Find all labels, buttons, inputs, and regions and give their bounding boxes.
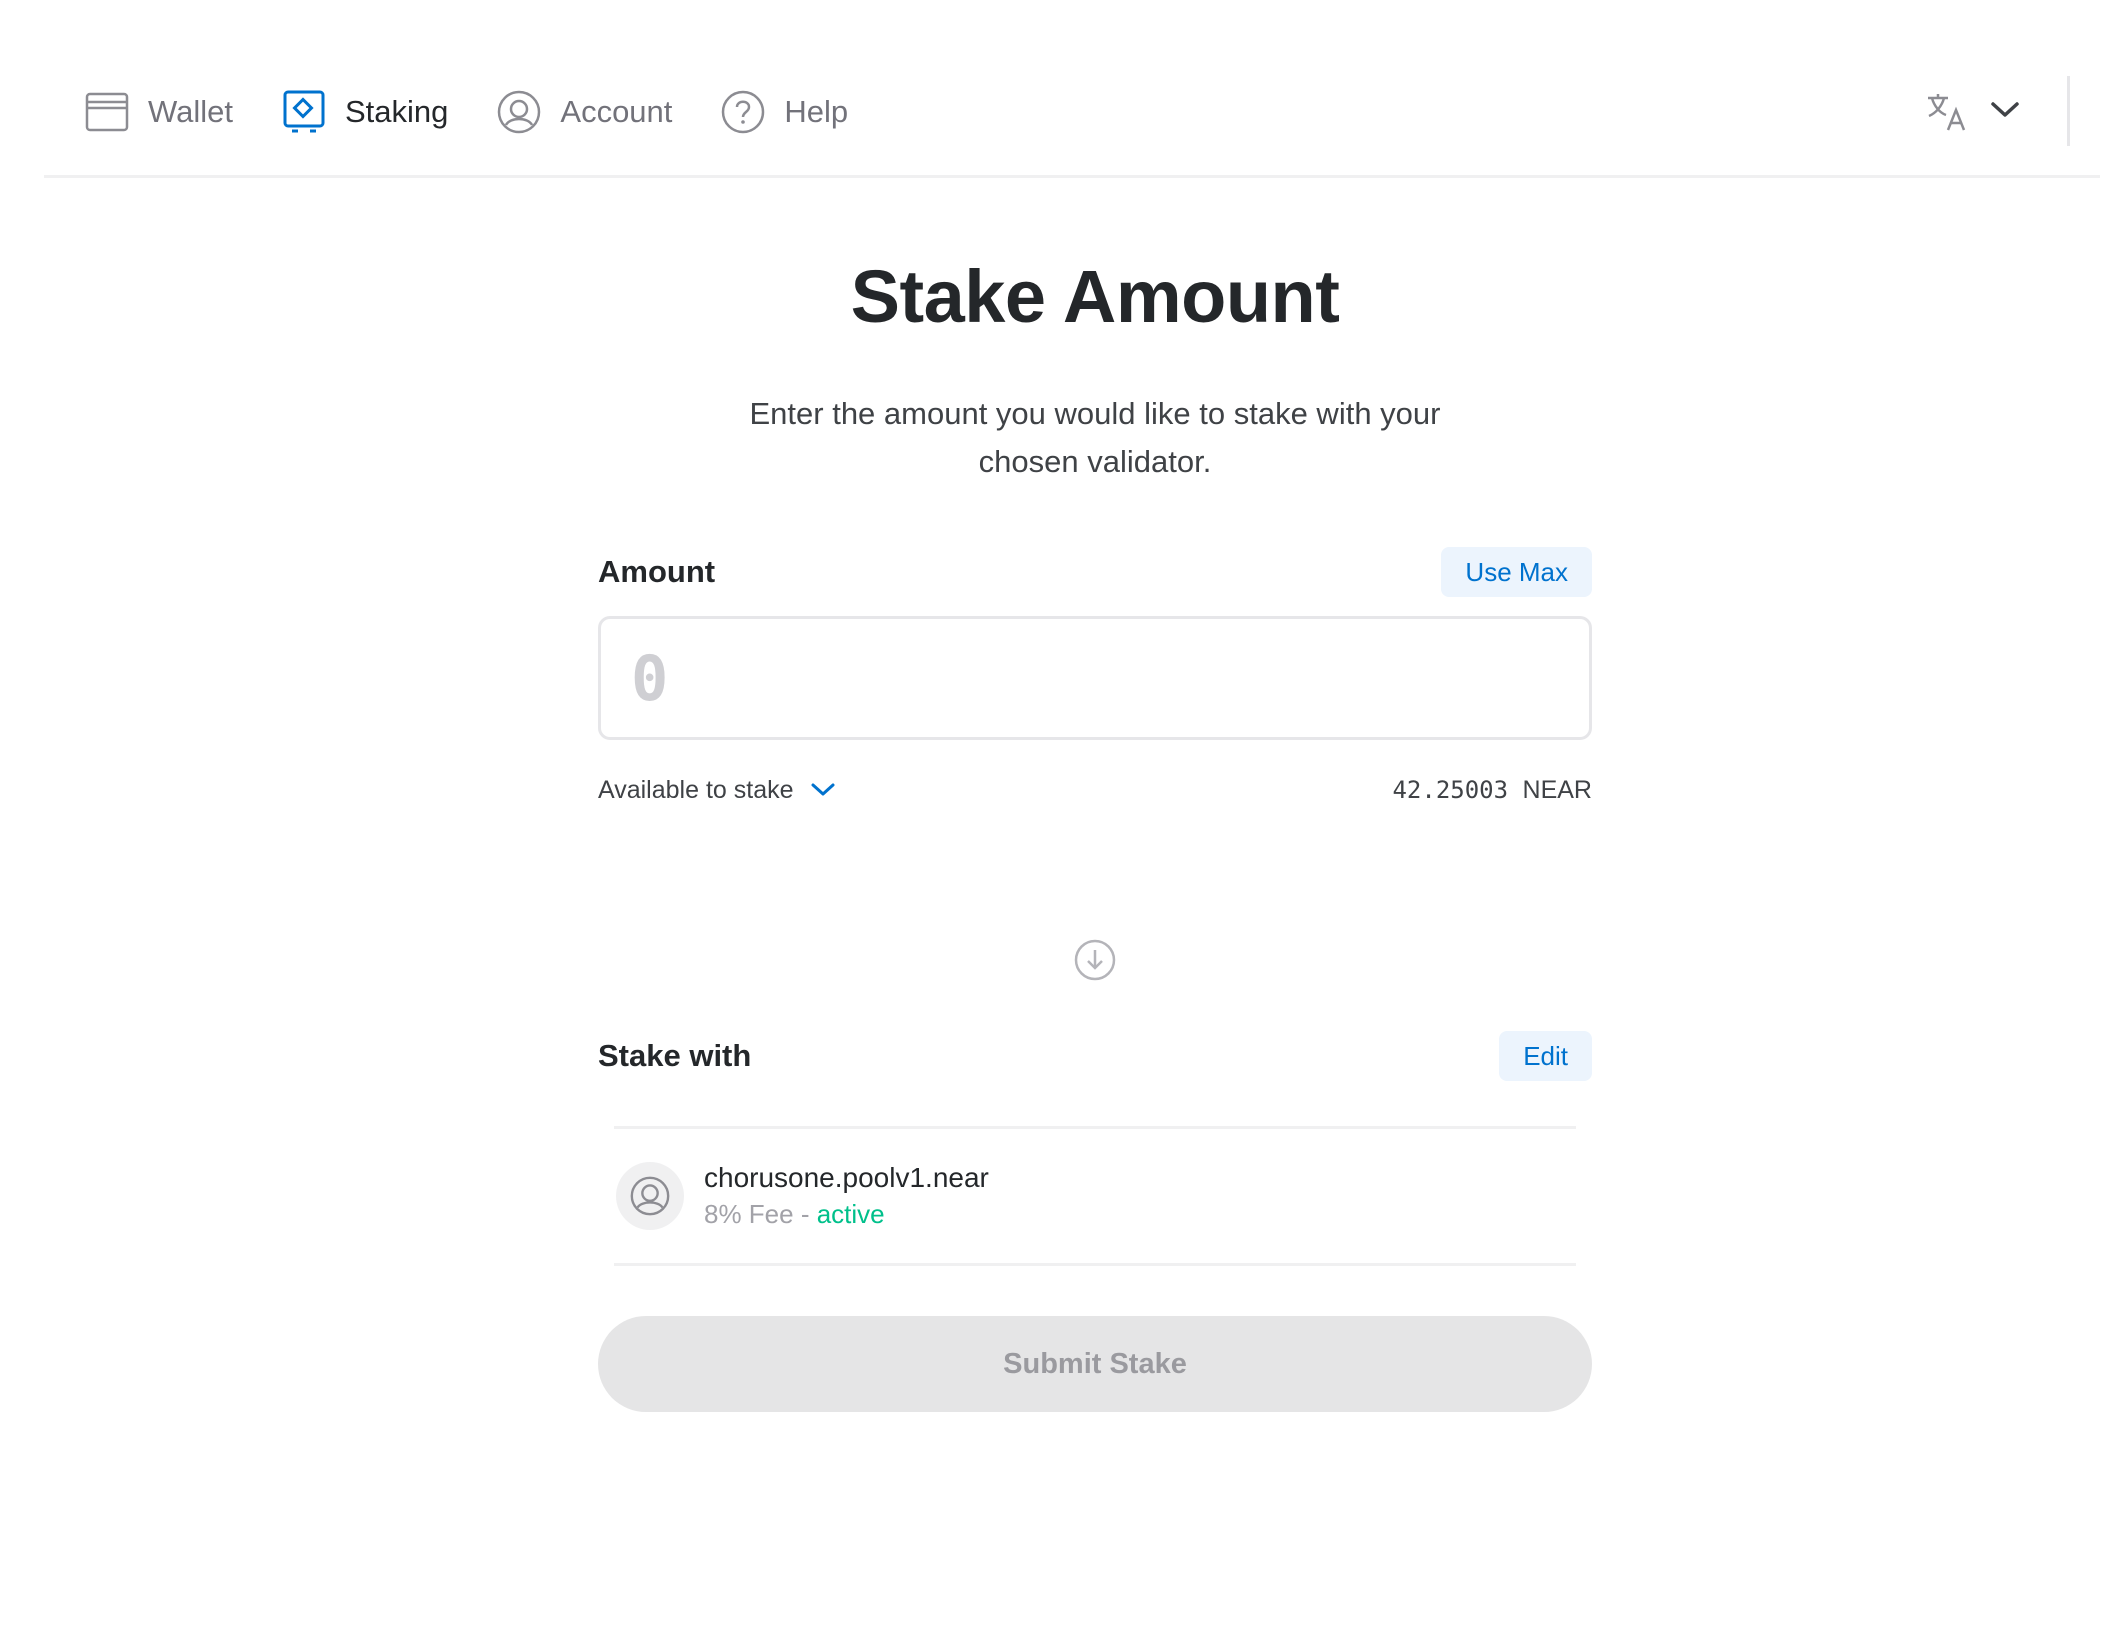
validator-separator: -: [793, 1199, 817, 1229]
submit-stake-button[interactable]: Submit Stake: [598, 1316, 1592, 1412]
stake-amount-panel: Stake Amount Enter the amount you would …: [598, 0, 1592, 1640]
available-to-stake-toggle[interactable]: Available to stake: [598, 776, 836, 805]
validator-info: chorusone.poolv1.near 8% Fee - active: [704, 1160, 989, 1232]
validator-avatar: [616, 1162, 684, 1230]
available-value: 42.25003: [1392, 775, 1509, 804]
edit-validator-button[interactable]: Edit: [1499, 1031, 1592, 1081]
amount-input[interactable]: [598, 616, 1592, 740]
chevron-down-icon: [811, 783, 834, 796]
page-title: Stake Amount: [850, 255, 1340, 338]
available-unit: NEAR: [1522, 775, 1592, 804]
staking-icon: [281, 89, 327, 135]
amount-label: Amount: [598, 554, 716, 589]
chevron-down-icon: [1990, 100, 2020, 125]
account-icon: [630, 1176, 670, 1216]
page-description: Enter the amount you would like to stake…: [749, 396, 1441, 479]
available-label: Available to stake: [598, 775, 794, 804]
account-icon: [496, 89, 542, 135]
nav-item-wallet[interactable]: Wallet: [84, 82, 233, 142]
arrow-down-circle-icon: [1074, 939, 1116, 981]
stake-with-label: Stake with: [598, 1038, 752, 1073]
nav-divider: [2067, 76, 2070, 146]
validator-fee: 8% Fee: [704, 1199, 794, 1229]
amount-header: Amount Use Max: [598, 547, 1592, 597]
available-balance: 42.25003 NEAR: [1392, 776, 1592, 805]
language-selector[interactable]: [1926, 88, 2020, 136]
validator-name: chorusone.poolv1.near: [704, 1162, 989, 1193]
available-to-stake-row: Available to stake 42.25003 NEAR: [598, 770, 1592, 810]
translate-icon: [1926, 91, 1968, 133]
wallet-icon: [84, 89, 130, 135]
validator-card[interactable]: chorusone.poolv1.near 8% Fee - active: [614, 1126, 1576, 1266]
nav-label-wallet: Wallet: [148, 94, 233, 129]
validator-meta: 8% Fee - active: [704, 1196, 989, 1232]
stake-with-header: Stake with Edit: [598, 1031, 1592, 1081]
use-max-button[interactable]: Use Max: [1441, 547, 1592, 597]
nav-label-staking: Staking: [344, 94, 449, 129]
nav-item-staking[interactable]: Staking: [281, 82, 448, 142]
validator-status: active: [816, 1199, 885, 1229]
